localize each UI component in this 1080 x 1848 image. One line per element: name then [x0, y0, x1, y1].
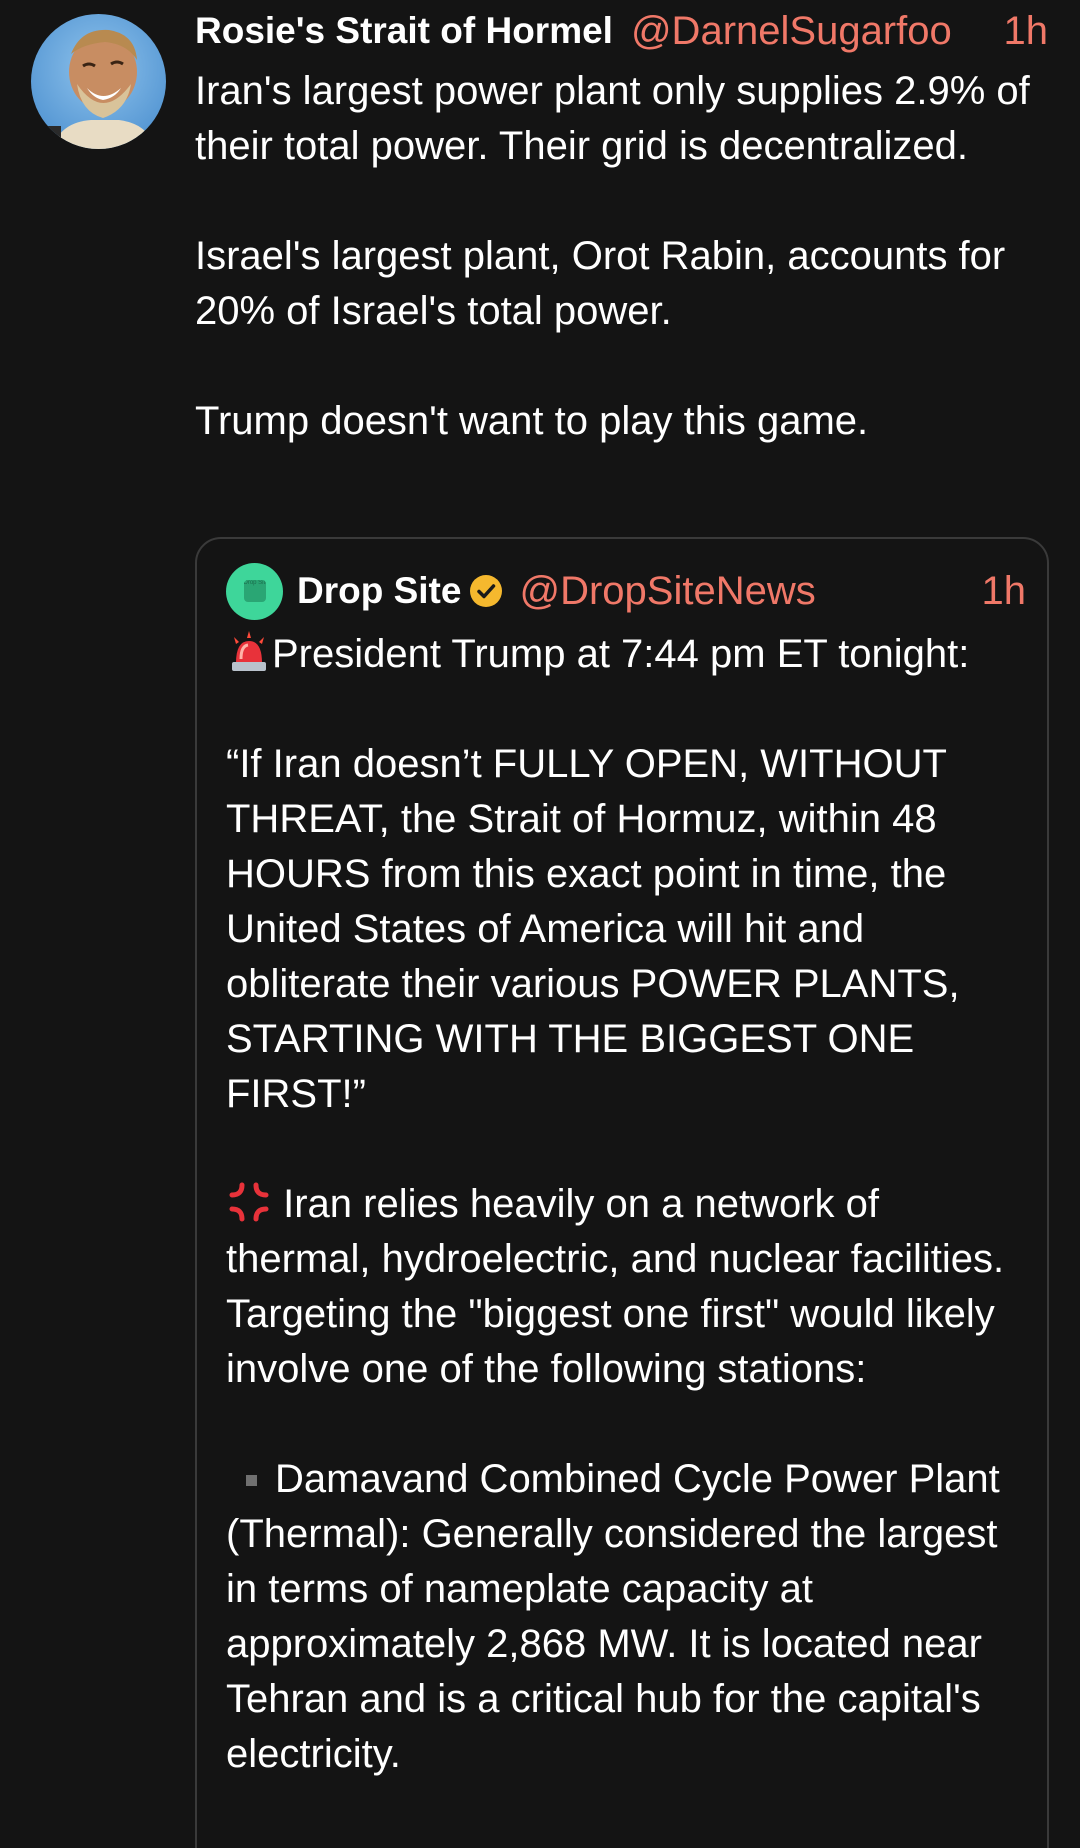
quoted-post-timestamp[interactable]: 1h	[982, 569, 1027, 614]
quoted-post-card[interactable]: Drop Site News Drop Site @DropSiteNews 1…	[195, 537, 1049, 1848]
post-paragraph: Trump doesn't want to play this game.	[195, 399, 869, 443]
quoted-post-header: Drop Site News Drop Site @DropSiteNews 1…	[226, 543, 1026, 639]
post: Rosie's Strait of Hormel @DarnelSugarfoo…	[0, 0, 1080, 1848]
quoted-display-name[interactable]: Drop Site	[297, 570, 461, 612]
post-body: Iran's largest power plant only supplies…	[195, 64, 1060, 449]
quoted-paragraph: Iran relies heavily on a network of ther…	[226, 1177, 1026, 1397]
post-paragraph: Israel's largest plant, Orot Rabin, acco…	[195, 234, 1006, 333]
drop-site-logo: Drop Site News	[243, 580, 266, 602]
post-content: Rosie's Strait of Hormel @DarnelSugarfoo…	[195, 0, 1060, 449]
quoted-paragraph-text: Iran relies heavily on a network of ther…	[226, 1182, 1005, 1391]
anger-emoji-icon	[229, 1182, 269, 1222]
verified-badge-icon	[470, 575, 503, 607]
post-paragraph: Iran's largest power plant only supplies…	[195, 69, 1030, 168]
quoted-post-content: Drop Site News Drop Site @DropSiteNews 1…	[226, 539, 1026, 1837]
quoted-paragraph: President Trump at 7:44 pm ET tonight:	[226, 627, 1026, 682]
display-name[interactable]: Rosie's Strait of Hormel	[195, 0, 613, 62]
post-header: Rosie's Strait of Hormel @DarnelSugarfoo…	[195, 0, 1060, 62]
post-timestamp[interactable]: 1h	[1004, 0, 1061, 62]
quoted-user-handle[interactable]: @DropSiteNews	[519, 569, 815, 614]
avatar-image	[31, 14, 166, 149]
quoted-paragraph: Damavand Combined Cycle Power Plant (The…	[226, 1452, 1026, 1782]
siren-emoji-icon	[232, 631, 266, 671]
user-avatar[interactable]	[31, 14, 166, 149]
quoted-paragraph-text: President Trump at 7:44 pm ET tonight:	[272, 632, 970, 676]
quoted-paragraph-text: Damavand Combined Cycle Power Plant (The…	[226, 1457, 1000, 1776]
small-square-bullet-icon	[246, 1475, 257, 1486]
quoted-user-avatar[interactable]: Drop Site News	[226, 562, 283, 620]
user-handle[interactable]: @DarnelSugarfoo	[631, 0, 952, 62]
quoted-post-body: President Trump at 7:44 pm ET tonight: “…	[226, 627, 1026, 1782]
quoted-paragraph: “If Iran doesn’t FULLY OPEN, WITHOUT THR…	[226, 742, 960, 1116]
